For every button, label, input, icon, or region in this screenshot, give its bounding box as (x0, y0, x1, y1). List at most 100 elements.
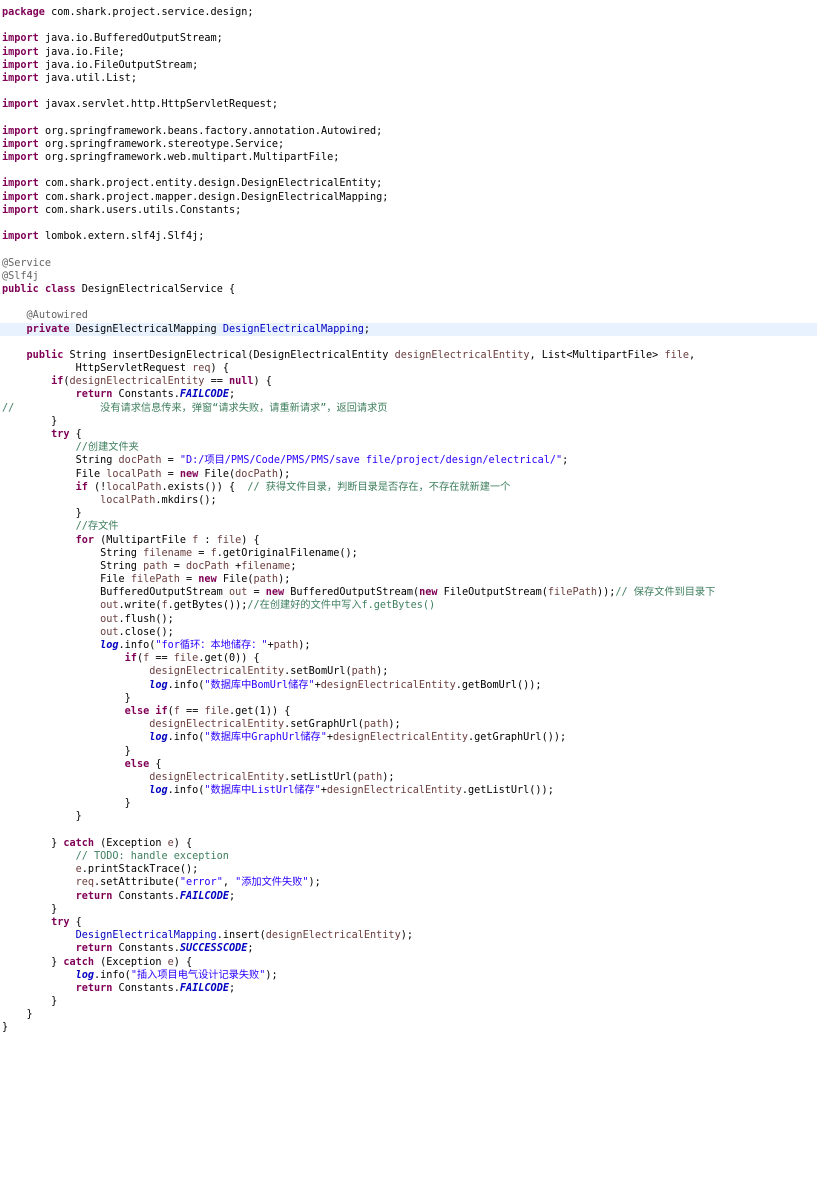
code-line[interactable]: try { (0, 916, 817, 929)
code-text: .setListUrl( (284, 771, 358, 783)
code-line[interactable]: BufferedOutputStream out = new BufferedO… (0, 586, 817, 599)
code-text: ; (228, 389, 236, 401)
code-line[interactable]: } (0, 810, 817, 823)
code-line[interactable] (0, 217, 817, 230)
code-line[interactable]: public class DesignElectricalService { (0, 283, 817, 296)
code-line[interactable]: import java.io.BufferedOutputStream; (0, 32, 817, 45)
code-line[interactable]: DesignElectricalMapping.insert(designEle… (0, 929, 817, 942)
code-line-current[interactable]: private DesignElectricalMapping DesignEl… (0, 322, 817, 336)
code-line[interactable]: import org.springframework.beans.factory… (0, 125, 817, 138)
code-line[interactable]: else if(f == file.get(1)) { (0, 705, 817, 718)
code-line[interactable]: } catch (Exception e) { (0, 837, 817, 850)
code-line[interactable]: req.setAttribute("error", "添加文件失败"); (0, 876, 817, 889)
code-line[interactable]: } catch (Exception e) { (0, 956, 817, 969)
code-line[interactable]: import com.shark.users.utils.Constants; (0, 204, 817, 217)
code-line[interactable]: out.close(); (0, 626, 817, 639)
code-line[interactable]: String docPath = "D:/项目/PMS/Code/PMS/PMS… (0, 454, 817, 467)
code-line[interactable]: // 没有请求信息传来，弹窗“请求失败，请重新请求”，返回请求页 (0, 402, 817, 415)
code-line[interactable]: HttpServletRequest req) { (0, 362, 817, 375)
code-line[interactable]: designElectricalEntity.setBomUrl(path); (0, 665, 817, 678)
code-line[interactable]: return Constants.SUCCESSCODE; (0, 942, 817, 955)
code-line[interactable]: } (0, 1021, 817, 1034)
code-line[interactable]: } (0, 995, 817, 1008)
code-line[interactable]: return Constants.FAILCODE; (0, 982, 817, 995)
code-line[interactable] (0, 164, 817, 177)
code-line[interactable] (0, 112, 817, 125)
code-line[interactable] (0, 243, 817, 256)
code-line[interactable]: File filePath = new File(path); (0, 573, 817, 586)
code-line[interactable]: log.info("数据库中ListUrl储存"+designElectrica… (0, 784, 817, 797)
code-line[interactable]: try { (0, 428, 817, 441)
code-line[interactable]: File localPath = new File(docPath); (0, 468, 817, 481)
code-line[interactable]: log.info("for循环：本地储存："+path); (0, 639, 817, 652)
code-line[interactable]: return Constants.FAILCODE; (0, 890, 817, 903)
code-line[interactable]: localPath.mkdirs(); (0, 494, 817, 507)
code-line[interactable]: import com.shark.project.mapper.design.D… (0, 191, 817, 204)
code-line[interactable]: if(designElectricalEntity == null) { (0, 375, 817, 388)
code-line[interactable]: } (0, 507, 817, 520)
code-line[interactable]: @Autowired (0, 309, 817, 322)
code-line[interactable]: } (0, 903, 817, 916)
code-line[interactable]: e.printStackTrace(); (0, 863, 817, 876)
code-text: .getGraphUrl()); (467, 732, 567, 744)
code-line[interactable]: else { (0, 758, 817, 771)
keyword-token: import (2, 191, 39, 203)
code-line[interactable]: import java.io.File; (0, 46, 817, 59)
code-line[interactable]: import org.springframework.stereotype.Se… (0, 138, 817, 151)
code-line[interactable]: @Slf4j (0, 270, 817, 283)
code-text: Constants. (112, 943, 180, 955)
code-line[interactable]: public String insertDesignElectrical(Des… (0, 349, 817, 362)
code-line[interactable]: } (0, 692, 817, 705)
code-line[interactable]: } (0, 1008, 817, 1021)
code-line[interactable]: import java.util.List; (0, 72, 817, 85)
code-line[interactable]: designElectricalEntity.setGraphUrl(path)… (0, 718, 817, 731)
code-text: .setBomUrl( (284, 666, 352, 678)
code-line[interactable]: out.flush(); (0, 613, 817, 626)
variable-token: file (173, 653, 199, 665)
code-line[interactable]: //存文件 (0, 520, 817, 533)
code-line[interactable]: log.info("插入项目电气设计记录失败"); (0, 969, 817, 982)
code-line[interactable]: import javax.servlet.http.HttpServletReq… (0, 98, 817, 111)
code-text: FileOutputStream( (437, 587, 548, 599)
code-line[interactable] (0, 296, 817, 309)
code-line[interactable]: @Service (0, 257, 817, 270)
keyword-token: package (2, 7, 45, 18)
keyword-token: if (124, 653, 137, 665)
code-line[interactable]: if (!localPath.exists()) { // 获得文件目录，判断目… (0, 481, 817, 494)
code-editor[interactable]: package com.shark.project.service.design… (0, 0, 817, 1177)
code-text: .info( (118, 640, 156, 651)
code-line[interactable]: out.write(f.getBytes());//在创建好的文件中写入f.ge… (0, 599, 817, 612)
code-line[interactable]: } (0, 415, 817, 428)
code-line[interactable]: import java.io.FileOutputStream; (0, 59, 817, 72)
code-text: ); (388, 719, 401, 731)
code-line[interactable] (0, 336, 817, 349)
code-line[interactable] (0, 85, 817, 98)
code-line[interactable]: import com.shark.project.entity.design.D… (0, 177, 817, 190)
code-line[interactable]: String path = docPath +filename; (0, 560, 817, 573)
code-line[interactable]: for (MultipartFile f : file) { (0, 534, 817, 547)
code-line[interactable]: String filename = f.getOriginalFilename(… (0, 547, 817, 560)
code-line[interactable]: package com.shark.project.service.design… (0, 6, 817, 19)
code-line[interactable]: import lombok.extern.slf4j.Slf4j; (0, 230, 817, 243)
string-token: "数据库中BomUrl储存" (204, 679, 315, 691)
code-line[interactable]: designElectricalEntity.setListUrl(path); (0, 771, 817, 784)
code-line[interactable]: } (0, 797, 817, 810)
static-field-token: log (75, 969, 95, 981)
code-line[interactable]: // TODO: handle exception (0, 850, 817, 863)
code-line[interactable] (0, 19, 817, 32)
code-line[interactable]: //创建文件夹 (0, 441, 817, 454)
code-line[interactable]: log.info("数据库中GraphUrl储存"+designElectric… (0, 731, 817, 744)
code-line[interactable]: } (0, 745, 817, 758)
variable-token: file (664, 349, 689, 361)
code-line[interactable] (0, 824, 817, 837)
code-line[interactable]: if(f == file.get(0)) { (0, 652, 817, 665)
code-line[interactable]: import org.springframework.web.multipart… (0, 151, 817, 164)
code-text: File (2, 468, 107, 480)
code-line[interactable]: log.info("数据库中BomUrl储存"+designElectrical… (0, 679, 817, 692)
code-line[interactable]: return Constants.FAILCODE; (0, 388, 817, 401)
code-text: } (2, 903, 58, 915)
